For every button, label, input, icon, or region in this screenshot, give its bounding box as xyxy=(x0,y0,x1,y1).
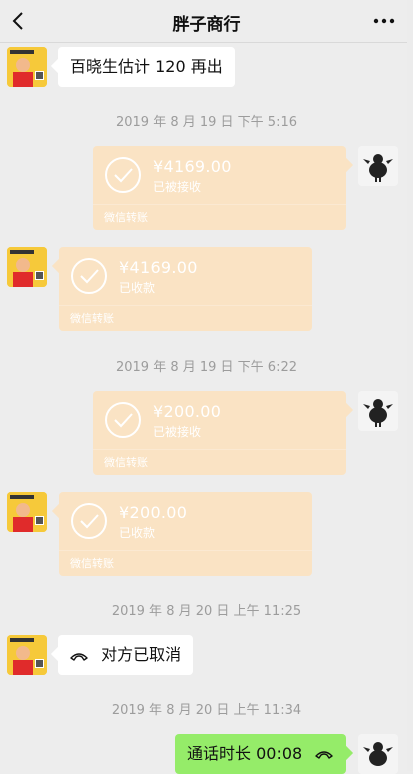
transfer-divider xyxy=(59,550,312,551)
timestamp: 2019 年 8 月 19 日 下午 5:16 xyxy=(115,115,298,130)
check-circle-icon xyxy=(71,503,107,539)
transfer-amount: ¥200.00 xyxy=(119,503,188,522)
phone-hangup-icon xyxy=(315,751,333,759)
transfer-divider xyxy=(93,449,346,450)
message-text: 百晓生估计 120 再出 xyxy=(70,57,223,76)
transfer-divider xyxy=(93,204,346,205)
scroll-edge xyxy=(407,0,413,771)
my-avatar[interactable] xyxy=(358,391,398,431)
message-bubble[interactable]: 百晓生估计 120 再出 xyxy=(58,47,235,87)
timestamp: 2019 年 8 月 19 日 下午 6:22 xyxy=(115,360,298,375)
transfer-status: 已收款 xyxy=(119,526,156,540)
call-bubble[interactable]: 对方已取消 xyxy=(58,635,194,675)
phone-hangup-icon xyxy=(70,652,88,661)
transfer-status: 已收款 xyxy=(119,281,156,295)
call-text: 对方已取消 xyxy=(101,645,182,664)
transfer-footer: 微信转账 xyxy=(104,456,148,469)
check-circle-icon xyxy=(105,157,141,193)
transfer-card[interactable]: ¥200.00 已被接收 微信转账 xyxy=(93,391,346,475)
contact-avatar[interactable] xyxy=(7,635,47,675)
transfer-status: 已被接收 xyxy=(153,425,202,439)
call-text: 通话时长 00:08 xyxy=(187,744,303,763)
transfer-card[interactable]: ¥200.00 已收款 微信转账 xyxy=(59,492,312,576)
check-circle-icon xyxy=(71,258,107,294)
my-avatar[interactable] xyxy=(358,734,398,774)
transfer-amount: ¥4169.00 xyxy=(153,157,232,176)
check-circle-icon xyxy=(105,402,141,438)
timestamp: 2019 年 8 月 20 日 上午 11:25 xyxy=(111,604,302,619)
chat-header: 胖子商行 xyxy=(0,0,413,43)
contact-avatar[interactable] xyxy=(7,47,47,87)
contact-avatar[interactable] xyxy=(7,492,47,532)
transfer-status: 已被接收 xyxy=(153,180,202,194)
chat-title: 胖子商行 xyxy=(172,15,241,35)
transfer-footer: 微信转账 xyxy=(70,312,114,325)
timestamp: 2019 年 8 月 20 日 上午 11:34 xyxy=(111,703,302,718)
transfer-footer: 微信转账 xyxy=(70,557,114,570)
transfer-card[interactable]: ¥4169.00 已被接收 微信转账 xyxy=(93,146,346,230)
transfer-divider xyxy=(59,305,312,306)
transfer-card[interactable]: ¥4169.00 已收款 微信转账 xyxy=(59,247,312,331)
call-bubble[interactable]: 通话时长 00:08 xyxy=(175,734,346,774)
more-icon[interactable] xyxy=(371,12,397,30)
transfer-amount: ¥4169.00 xyxy=(119,258,198,277)
my-avatar[interactable] xyxy=(358,146,398,186)
transfer-footer: 微信转账 xyxy=(104,211,148,224)
transfer-amount: ¥200.00 xyxy=(153,402,222,421)
contact-avatar[interactable] xyxy=(7,247,47,287)
